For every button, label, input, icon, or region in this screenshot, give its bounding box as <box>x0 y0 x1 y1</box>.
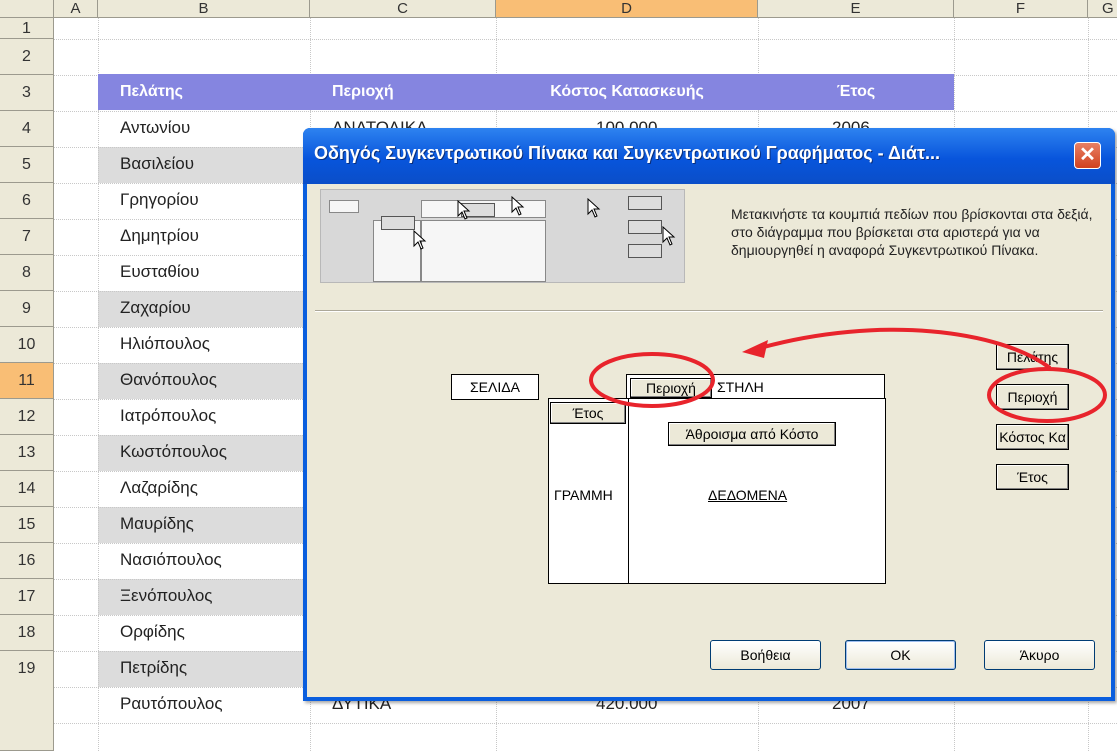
field-button-region[interactable]: Περιοχή <box>996 384 1069 410</box>
row-header-10[interactable]: 10 <box>0 327 54 363</box>
row-header-19[interactable]: 19 <box>0 651 54 751</box>
client-cell[interactable]: Ραυτόπουλος <box>120 694 223 714</box>
divider <box>315 310 1103 312</box>
column-field-button[interactable]: Περιοχή <box>630 378 712 398</box>
row-header-1[interactable]: 1 <box>0 18 54 39</box>
client-cell[interactable]: Λαζαρίδης <box>120 478 198 498</box>
column-header-f[interactable]: F <box>954 0 1088 18</box>
client-cell[interactable]: Ξενόπουλος <box>120 586 212 606</box>
page-area[interactable]: ΣΕΛΙΔΑ <box>451 374 539 400</box>
header-year: Έτος <box>758 74 954 110</box>
row-area-label: ΓΡΑΜΜΗ <box>554 487 613 503</box>
cancel-button[interactable]: Άκυρο <box>984 640 1095 670</box>
column-header-d[interactable]: D <box>496 0 758 18</box>
illustration-field-button <box>628 220 662 234</box>
pointer-icon <box>457 200 471 220</box>
row-header-5[interactable]: 5 <box>0 147 54 183</box>
field-button-year[interactable]: Έτος <box>996 464 1069 490</box>
close-button[interactable]: ✕ <box>1074 142 1101 169</box>
client-cell[interactable]: Θανόπουλος <box>120 370 217 390</box>
row-header-11[interactable]: 11 <box>0 363 54 399</box>
row-header-12[interactable]: 12 <box>0 399 54 435</box>
pointer-icon <box>413 230 427 250</box>
row-header-16[interactable]: 16 <box>0 543 54 579</box>
data-field-button[interactable]: Άθροισμα από Κόστο <box>668 422 836 446</box>
row-header-18[interactable]: 18 <box>0 615 54 651</box>
header-region: Περιοχή <box>310 74 496 110</box>
column-header-g[interactable]: G <box>1088 0 1117 18</box>
client-cell[interactable]: Ιατρόπουλος <box>120 406 216 426</box>
client-cell[interactable]: Αντωνίου <box>120 118 190 138</box>
row-header-2[interactable]: 2 <box>0 39 54 75</box>
illustration-page-box <box>329 200 359 213</box>
layout-illustration <box>320 189 685 283</box>
client-cell[interactable]: Γρηγορίου <box>120 190 199 210</box>
illustration-field-button <box>628 196 662 210</box>
select-all-corner[interactable] <box>0 0 54 18</box>
row-header-15[interactable]: 15 <box>0 507 54 543</box>
pointer-icon <box>662 226 676 246</box>
row-header-7[interactable]: 7 <box>0 219 54 255</box>
client-cell[interactable]: Μαυρίδης <box>120 514 194 534</box>
row-field-button[interactable]: Έτος <box>550 402 626 424</box>
row-header-8[interactable]: 8 <box>0 255 54 291</box>
pivot-wizard-dialog: Οδηγός Συγκεντρωτικού Πίνακα και Συγκεντ… <box>303 128 1115 701</box>
row-header-6[interactable]: 6 <box>0 183 54 219</box>
field-button-client[interactable]: Πελάτης <box>996 344 1069 370</box>
header-cost: Κόστος Κατασκευής <box>496 74 758 110</box>
client-cell[interactable]: Ηλιόπουλος <box>120 334 210 354</box>
row-header-4[interactable]: 4 <box>0 111 54 147</box>
client-cell[interactable]: Βασιλείου <box>120 154 194 174</box>
data-area-label: ΔΕΔΟΜΕΝΑ <box>708 487 788 503</box>
row-header-17[interactable]: 17 <box>0 579 54 615</box>
pointer-icon <box>587 198 601 218</box>
client-cell[interactable]: Ορφίδης <box>120 622 185 642</box>
field-button-cost[interactable]: Κόστος Κα <box>996 424 1069 450</box>
client-cell[interactable]: Κωστόπουλος <box>120 442 227 462</box>
ok-button[interactable]: OK <box>845 640 956 670</box>
column-area-label: ΣΤΗΛΗ <box>717 379 764 395</box>
client-cell[interactable]: Νασιόπουλος <box>120 550 222 570</box>
column-header-c[interactable]: C <box>310 0 496 18</box>
help-button[interactable]: Βοήθεια <box>710 640 821 670</box>
pointer-icon <box>511 196 525 216</box>
row-header-9[interactable]: 9 <box>0 291 54 327</box>
client-cell[interactable]: Πετρίδης <box>120 658 187 678</box>
client-cell[interactable]: Δημητρίου <box>120 226 199 246</box>
row-header-14[interactable]: 14 <box>0 471 54 507</box>
client-cell[interactable]: Ευσταθίου <box>120 262 199 282</box>
illustration-field-button <box>628 244 662 258</box>
dialog-titlebar[interactable]: Οδηγός Συγκεντρωτικού Πίνακα και Συγκεντ… <box>303 128 1115 184</box>
header-client: Πελάτης <box>98 74 310 110</box>
row-header-13[interactable]: 13 <box>0 435 54 471</box>
dialog-body: Μετακινήστε τα κουμπιά πεδίων που βρίσκο… <box>307 184 1111 697</box>
client-cell[interactable]: Ζαχαρίου <box>120 298 191 318</box>
illustration-data-area <box>421 220 546 282</box>
row-header-3[interactable]: 3 <box>0 75 54 111</box>
page-area-label: ΣΕΛΙΔΑ <box>470 379 520 395</box>
instruction-text: Μετακινήστε τα κουμπιά πεδίων που βρίσκο… <box>731 206 1093 258</box>
column-header-a[interactable]: A <box>54 0 98 18</box>
column-header-b[interactable]: B <box>98 0 310 18</box>
column-header-e[interactable]: E <box>758 0 954 18</box>
dialog-title: Οδηγός Συγκεντρωτικού Πίνακα και Συγκεντ… <box>314 143 940 163</box>
illustration-field-button <box>381 216 415 230</box>
